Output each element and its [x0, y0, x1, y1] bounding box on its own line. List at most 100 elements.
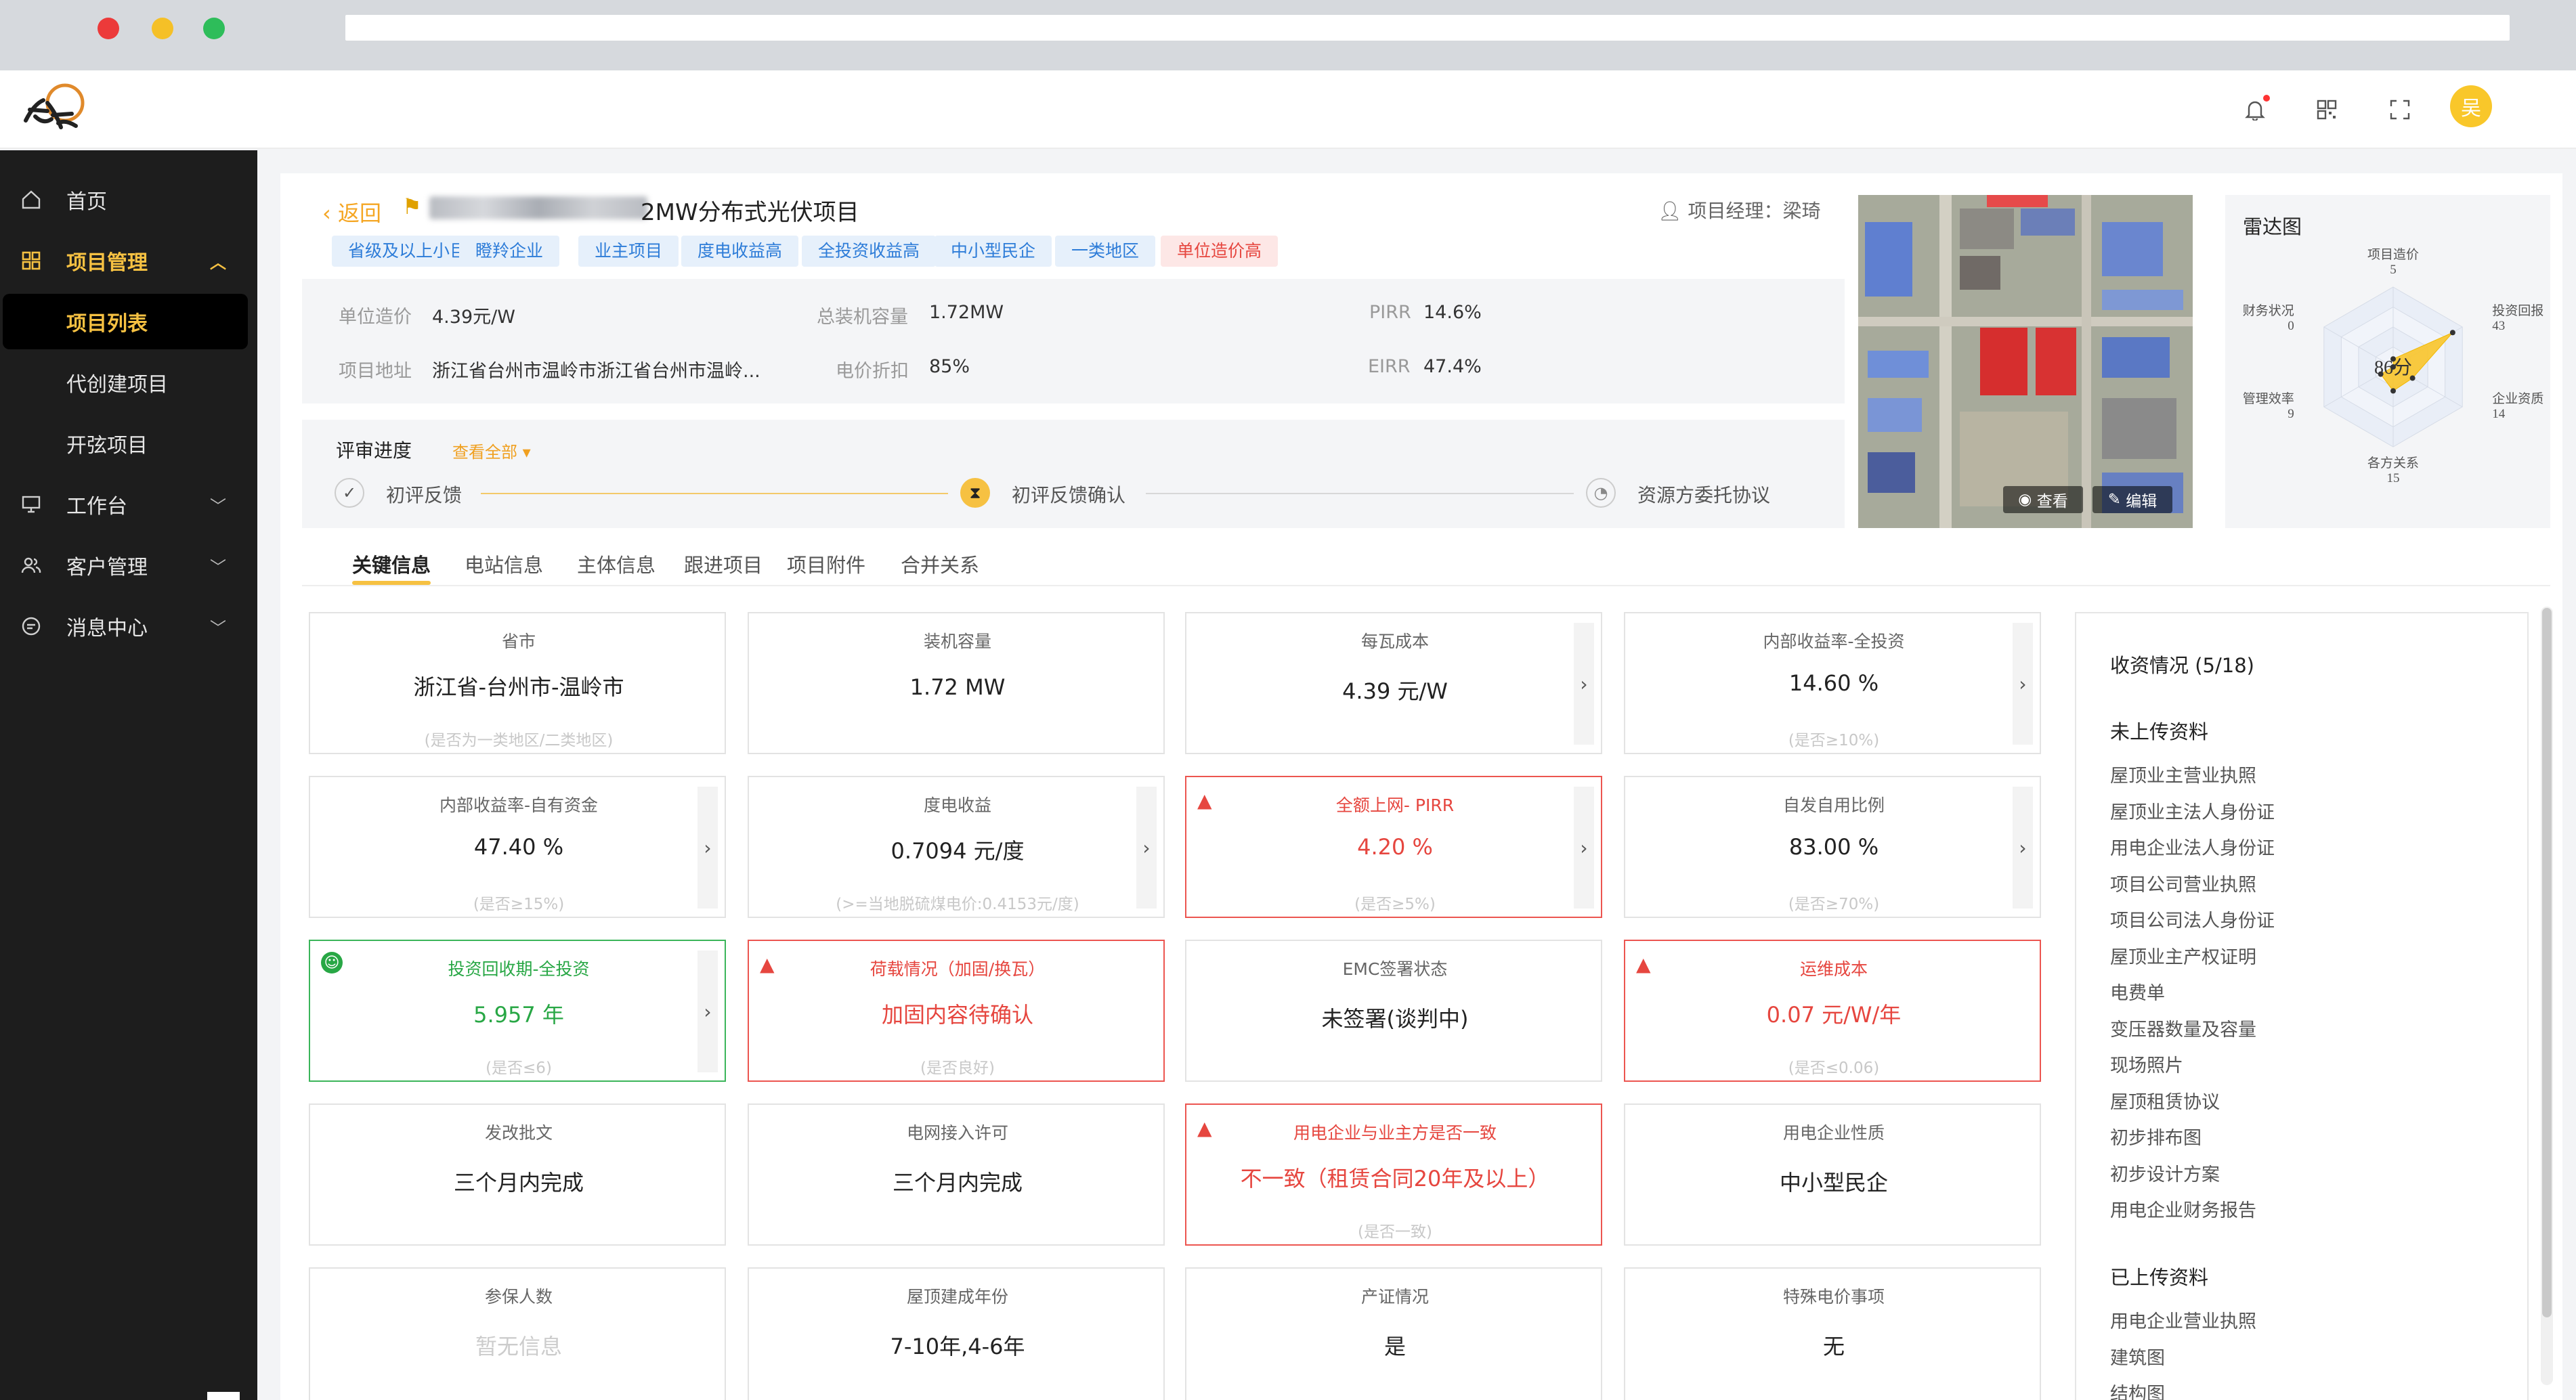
- grid-icon: [19, 248, 43, 273]
- card-value: 三个月内完成: [892, 1170, 1023, 1196]
- chevron-right-icon[interactable]: ›: [1136, 787, 1157, 909]
- material-item[interactable]: 用电企业财务报告: [2110, 1196, 2256, 1222]
- address-bar[interactable]: [345, 15, 2510, 41]
- project-tag: 一类地区: [1055, 236, 1156, 267]
- satellite-map[interactable]: ◉ 查看 ✎ 编辑: [1858, 195, 2193, 528]
- chevron-down-icon: ﹀: [210, 618, 226, 638]
- info-card[interactable]: ▲ 全额上网- PIRR 4.20 % (是否≥5%) ›: [1185, 776, 1602, 918]
- window-close-button[interactable]: [98, 18, 119, 39]
- material-item[interactable]: 屋顶业主营业执照: [2110, 761, 2256, 787]
- bell-icon[interactable]: [2235, 89, 2275, 130]
- info-card[interactable]: 内部收益率-全投资 14.60 % (是否≥10%) ›: [1624, 612, 2041, 754]
- tab-item[interactable]: 合并关系: [901, 550, 979, 578]
- material-item[interactable]: 屋顶租赁协议: [2110, 1087, 2220, 1114]
- sidebar-item-customer[interactable]: 客户管理 ﹀: [0, 538, 257, 593]
- tab-item[interactable]: 项目附件: [787, 550, 865, 578]
- material-item[interactable]: 项目公司法人身份证: [2110, 906, 2275, 932]
- user-avatar[interactable]: 吴: [2450, 85, 2492, 127]
- sidebar-item-proxy-create[interactable]: 代创建项目: [0, 355, 257, 410]
- material-item[interactable]: 初步设计方案: [2110, 1160, 2220, 1186]
- card-title: 参保人数: [484, 1287, 553, 1307]
- material-item[interactable]: 电费单: [2110, 978, 2165, 1005]
- window-minimize-button[interactable]: [152, 18, 173, 39]
- card-title: 产证情况: [1360, 1287, 1429, 1307]
- card-title: 省市: [501, 632, 536, 651]
- material-item[interactable]: 结构图: [2110, 1379, 2165, 1400]
- chevron-right-icon[interactable]: ›: [2013, 787, 2033, 909]
- map-edit-button[interactable]: ✎ 编辑: [2092, 486, 2172, 513]
- chevron-right-icon[interactable]: ›: [1574, 787, 1594, 909]
- sidebar-item-project-management[interactable]: 项目管理 ︿: [0, 233, 257, 288]
- chevron-right-icon[interactable]: ›: [1574, 623, 1594, 745]
- sidebar-item-project-list[interactable]: 项目列表: [3, 294, 248, 349]
- card-value: 0.7094 元/度: [890, 838, 1025, 864]
- step-connector: [1146, 493, 1574, 494]
- material-item[interactable]: 用电企业营业执照: [2110, 1307, 2256, 1333]
- info-card[interactable]: 内部收益率-自有资金 47.40 % (是否≥15%) ›: [309, 776, 726, 918]
- view-all-link[interactable]: 查看全部 ▾: [452, 439, 531, 462]
- card-value: 14.60 %: [1788, 670, 1879, 696]
- manager-name: 梁琦: [1782, 200, 1821, 222]
- material-item[interactable]: 屋顶业主产权证明: [2110, 942, 2256, 969]
- material-item[interactable]: 变压器数量及容量: [2110, 1015, 2256, 1041]
- card-value: 5.957 年: [473, 1002, 564, 1028]
- materials-scroll-thumb[interactable]: [2542, 608, 2552, 1317]
- card-title: 用电企业与业主方是否一致: [1293, 1123, 1497, 1143]
- tab-item[interactable]: 关键信息: [352, 550, 431, 578]
- material-item[interactable]: 用电企业法人身份证: [2110, 833, 2275, 860]
- sidebar-item-home[interactable]: 首页: [0, 172, 257, 227]
- chevron-right-icon[interactable]: ›: [697, 787, 718, 909]
- info-card[interactable]: 每瓦成本 4.39 元/W ›: [1185, 612, 1602, 754]
- info-card[interactable]: 自发自用比例 83.00 % (是否≥70%) ›: [1624, 776, 2041, 918]
- card-value: 暂无信息: [475, 1334, 562, 1359]
- pirr-label: PIRR: [1369, 302, 1411, 323]
- map-edit-label: 编辑: [2126, 493, 2158, 510]
- window-maximize-button[interactable]: [203, 18, 225, 39]
- info-card: 装机容量 1.72 MW: [748, 612, 1165, 754]
- material-item[interactable]: 建筑图: [2110, 1343, 2165, 1370]
- card-title: 度电收益: [923, 795, 991, 815]
- back-button[interactable]: ‹ 返回: [322, 196, 381, 227]
- info-card[interactable]: 度电收益 0.7094 元/度 (>=当地脱硫煤电价:0.4153元/度) ›: [748, 776, 1165, 918]
- sidebar-item-messages[interactable]: 消息中心 ﹀: [0, 598, 257, 654]
- tab-item[interactable]: 电站信息: [465, 550, 543, 578]
- info-card[interactable]: ☺ 投资回收期-全投资 5.957 年 (是否≤6) ›: [309, 940, 726, 1082]
- fullscreen-icon[interactable]: [2380, 89, 2420, 130]
- card-value: 1.72 MW: [909, 674, 1006, 700]
- radar-axis-value: 5: [2390, 263, 2397, 277]
- project-tag: 度电收益高: [681, 236, 799, 267]
- view-all-label: 查看全部: [452, 443, 517, 462]
- radar-axis-label: 投资回报: [2492, 303, 2543, 318]
- qrcode-icon[interactable]: [2306, 89, 2347, 130]
- info-card: 参保人数 暂无信息: [309, 1267, 726, 1400]
- material-item[interactable]: 屋顶业主法人身份证: [2110, 797, 2275, 824]
- card-title: 荷载情况（加固/换瓦）: [870, 959, 1046, 979]
- card-criteria: (是否≤6): [486, 1059, 552, 1077]
- chevron-up-icon: ︿: [210, 253, 226, 272]
- sidebar-item-kaixian[interactable]: 开弦项目: [0, 416, 257, 471]
- sidebar-item-label: 项目列表: [66, 312, 148, 336]
- radar-data-point: [2449, 330, 2455, 336]
- card-criteria: (>=当地脱硫煤电价:0.4153元/度): [836, 896, 1079, 913]
- radar-axis-value: 9: [2288, 407, 2294, 421]
- map-view-button[interactable]: ◉ 查看: [2003, 486, 2083, 513]
- chevron-right-icon[interactable]: ›: [697, 950, 718, 1072]
- sidebar-item-workbench[interactable]: 工作台 ﹀: [0, 477, 257, 532]
- notification-badge: [2263, 95, 2270, 102]
- material-item[interactable]: 现场照片: [2110, 1051, 2183, 1077]
- card-criteria: (是否≤0.06): [1788, 1059, 1880, 1077]
- manager-label: 项目经理：: [1688, 200, 1783, 222]
- tab-item[interactable]: 主体信息: [577, 550, 656, 578]
- tab-item[interactable]: 跟进项目: [684, 550, 763, 578]
- check-icon: ✓: [335, 478, 364, 508]
- material-item[interactable]: 项目公司营业执照: [2110, 870, 2256, 896]
- sidebar-collapse-handle[interactable]: [207, 1392, 240, 1400]
- material-item[interactable]: 初步排布图: [2110, 1123, 2202, 1150]
- card-value: 无: [1822, 1334, 1845, 1359]
- card-title: 内部收益率-全投资: [1763, 632, 1905, 651]
- card-value: 三个月内完成: [453, 1170, 584, 1196]
- capacity-value: 1.72MW: [929, 302, 1004, 323]
- chevron-right-icon[interactable]: ›: [2013, 623, 2033, 745]
- active-tab-indicator: [352, 581, 431, 585]
- card-title: 全额上网- PIRR: [1335, 795, 1455, 815]
